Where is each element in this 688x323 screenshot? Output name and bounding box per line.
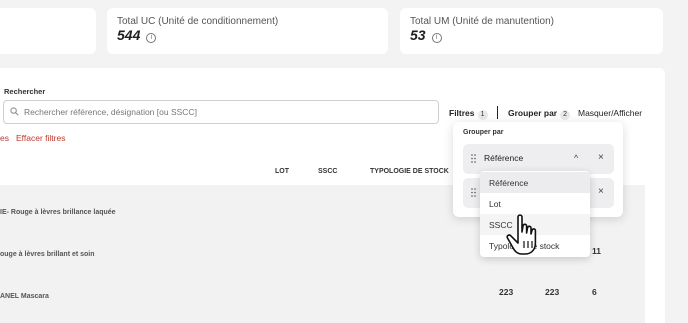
kpi-card-uc: Total UC (Unité de conditionnement) 544 i	[107, 8, 388, 54]
kpi-um-label: Total UM (Unité de manutention)	[410, 16, 554, 27]
mask-show-button[interactable]: Masquer/Afficher	[578, 108, 642, 118]
group-by-popover-title: Grouper par	[463, 129, 504, 136]
dropdown-option-reference[interactable]: Référence	[480, 172, 590, 193]
row-cell-value: 223	[545, 287, 560, 297]
search-label: Rechercher	[4, 87, 46, 96]
filters-button[interactable]: Filtres 1	[449, 108, 488, 120]
row-cell-value: 6	[592, 287, 597, 297]
column-header-lot[interactable]: LOT	[275, 168, 289, 175]
drag-handle-icon[interactable]	[471, 188, 476, 197]
hand-cursor-icon	[506, 214, 537, 255]
chevron-up-icon[interactable]: ^	[574, 153, 578, 163]
info-icon[interactable]: i	[431, 33, 442, 43]
filters-count-badge: 1	[477, 110, 488, 120]
column-header-typology[interactable]: TYPOLOGIE DE STOCK	[370, 168, 449, 175]
search-icon	[10, 107, 19, 116]
kpi-um-value: 53 i	[410, 27, 442, 43]
search-input[interactable]: Rechercher référence, désignation [ou SS…	[3, 100, 439, 124]
kpi-uc-value: 544 i	[117, 27, 157, 43]
kpi-uc-label: Total UC (Unité de conditionnement)	[117, 16, 279, 27]
column-header-sscc[interactable]: SSCC	[318, 168, 337, 175]
group-by-select[interactable]: Référence	[484, 153, 523, 163]
filters-label: Filtres	[449, 108, 475, 118]
group-by-row: Référence ^ ×	[463, 144, 614, 174]
drag-handle-icon[interactable]	[471, 154, 476, 163]
group-by-label: Grouper par	[508, 108, 558, 118]
kpi-card-um: Total UM (Unité de manutention) 53 i	[400, 8, 663, 54]
row-cell-value: 223	[499, 287, 514, 297]
kpi-card-left	[0, 8, 96, 54]
table-row-label[interactable]: ouge à lèvres brillant et soin	[0, 251, 95, 258]
close-icon[interactable]: ×	[598, 152, 604, 163]
table-row-label[interactable]: IE- Rouge à lèvres brillance laquée	[0, 209, 116, 216]
clear-filters-link[interactable]: Effacer filtres	[16, 133, 65, 143]
dropdown-option-lot[interactable]: Lot	[480, 193, 590, 214]
filter-chip-fragment: es	[0, 133, 9, 143]
kpi-um-number: 53	[410, 27, 426, 43]
row-cell-value: 11	[592, 246, 601, 256]
close-icon[interactable]: ×	[598, 186, 604, 197]
group-by-count-badge: 2	[560, 110, 571, 120]
table-row-label[interactable]: ANEL Mascara	[0, 293, 49, 300]
info-icon[interactable]: i	[146, 33, 157, 43]
group-by-button[interactable]: Grouper par 2	[508, 108, 571, 120]
kpi-uc-number: 544	[117, 27, 141, 43]
toolbar-divider	[497, 106, 498, 119]
search-placeholder: Rechercher référence, désignation [ou SS…	[24, 107, 197, 117]
